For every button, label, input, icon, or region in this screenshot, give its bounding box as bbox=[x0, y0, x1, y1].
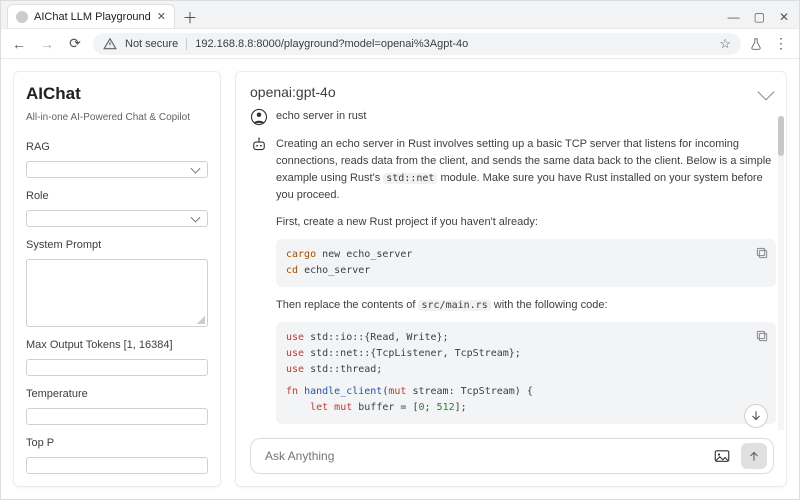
close-window-icon[interactable]: ✕ bbox=[779, 10, 789, 24]
address-bar[interactable]: Not secure 192.168.8.8:8000/playground?m… bbox=[93, 33, 741, 55]
divider bbox=[186, 38, 187, 50]
assistant-avatar-icon bbox=[250, 136, 268, 154]
page-content: AIChat All-in-one AI-Powered Chat & Copi… bbox=[1, 59, 799, 499]
user-avatar-icon bbox=[250, 108, 268, 126]
url-text: 192.168.8.8:8000/playground?model=openai… bbox=[195, 38, 711, 50]
inline-code-std-net: std::net bbox=[383, 173, 437, 184]
first-step: First, create a new Rust project if you … bbox=[276, 214, 776, 231]
max-tokens-input[interactable] bbox=[26, 359, 208, 376]
copy-icon[interactable] bbox=[754, 245, 770, 261]
not-secure-icon bbox=[103, 37, 117, 51]
browser-tab[interactable]: AIChat LLM Playground ✕ bbox=[7, 4, 175, 28]
scrollbar[interactable] bbox=[778, 116, 784, 430]
maximize-icon[interactable]: ▢ bbox=[754, 10, 765, 24]
tab-close-icon[interactable]: ✕ bbox=[157, 10, 166, 23]
app-subtitle: All-in-one AI-Powered Chat & Copilot bbox=[26, 112, 208, 123]
chat-input[interactable] bbox=[263, 448, 703, 464]
nav-toolbar: ← → ⟳ Not secure 192.168.8.8:8000/playgr… bbox=[1, 29, 799, 59]
chat-input-row bbox=[250, 438, 774, 474]
temperature-label: Temperature bbox=[26, 388, 208, 400]
model-selector[interactable]: openai:gpt-4o bbox=[250, 84, 786, 108]
model-name: openai:gpt-4o bbox=[250, 84, 336, 100]
sidebar: AIChat All-in-one AI-Powered Chat & Copi… bbox=[13, 71, 221, 487]
window-controls: — ▢ ✕ bbox=[728, 10, 799, 28]
app-title: AIChat bbox=[26, 84, 208, 104]
code-block-2: use std::io::{Read, Write}; use std::net… bbox=[276, 322, 776, 424]
not-secure-label: Not secure bbox=[125, 38, 178, 50]
forward-button[interactable]: → bbox=[37, 34, 57, 54]
assistant-body: Creating an echo server in Rust involves… bbox=[276, 136, 776, 430]
role-label: Role bbox=[26, 190, 208, 202]
back-button[interactable]: ← bbox=[9, 34, 29, 54]
max-tokens-label: Max Output Tokens [1, 16384] bbox=[26, 339, 208, 351]
tab-title: AIChat LLM Playground bbox=[34, 11, 151, 23]
code-block-1: cargo new echo_server cd echo_server bbox=[276, 239, 776, 287]
send-button[interactable] bbox=[741, 443, 767, 469]
chevron-down-icon bbox=[758, 84, 775, 101]
temperature-input[interactable] bbox=[26, 408, 208, 425]
inline-code-src-main: src/main.rs bbox=[418, 300, 490, 311]
user-message: echo server in rust bbox=[250, 108, 776, 126]
flask-icon[interactable] bbox=[749, 37, 763, 51]
system-prompt-textarea[interactable] bbox=[26, 259, 208, 327]
reload-button[interactable]: ⟳ bbox=[65, 34, 85, 54]
bookmark-icon[interactable]: ☆ bbox=[719, 36, 731, 52]
then-replace: Then replace the contents of src/main.rs… bbox=[276, 297, 776, 314]
image-icon bbox=[713, 447, 731, 465]
scroll-to-bottom-button[interactable] bbox=[744, 404, 768, 428]
top-p-label: Top P bbox=[26, 437, 208, 449]
scrollbar-thumb[interactable] bbox=[778, 116, 784, 156]
browser-window: AIChat LLM Playground ✕ ＋ — ▢ ✕ ← → ⟳ No… bbox=[0, 0, 800, 500]
copy-icon[interactable] bbox=[754, 328, 770, 344]
arrow-up-icon bbox=[747, 449, 761, 463]
chat-scroll: echo server in rust Creating an echo ser… bbox=[250, 108, 786, 430]
titlebar: AIChat LLM Playground ✕ ＋ — ▢ ✕ bbox=[1, 1, 799, 29]
minimize-icon[interactable]: — bbox=[728, 10, 740, 24]
user-text: echo server in rust bbox=[276, 108, 776, 126]
menu-icon[interactable]: ⋮ bbox=[771, 34, 791, 54]
tab-favicon bbox=[16, 11, 28, 23]
new-tab-button[interactable]: ＋ bbox=[179, 6, 201, 28]
system-prompt-label: System Prompt bbox=[26, 239, 208, 251]
rag-label: RAG bbox=[26, 141, 208, 153]
attach-image-button[interactable] bbox=[709, 443, 735, 469]
role-select[interactable] bbox=[26, 210, 208, 227]
assistant-message: Creating an echo server in Rust involves… bbox=[250, 136, 776, 430]
chat-panel: openai:gpt-4o echo server in rust Creati… bbox=[235, 71, 787, 487]
arrow-down-icon bbox=[749, 409, 763, 423]
rag-select[interactable] bbox=[26, 161, 208, 178]
top-p-input[interactable] bbox=[26, 457, 208, 474]
